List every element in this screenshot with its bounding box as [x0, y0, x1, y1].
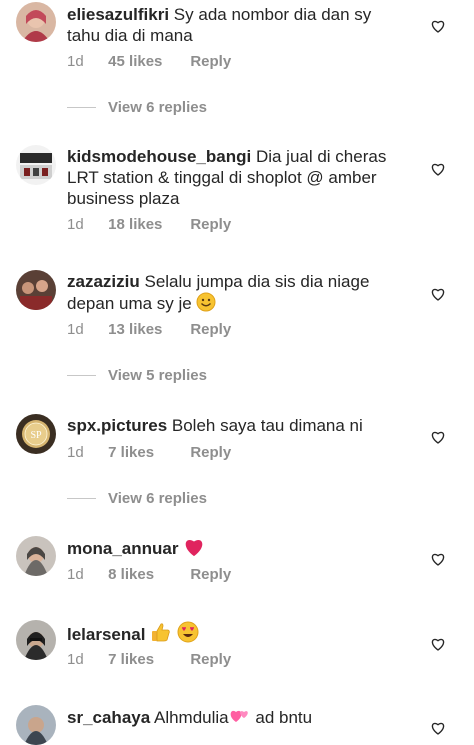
- likes-count[interactable]: 18 likes: [108, 216, 186, 233]
- comment-time: 1d: [67, 566, 84, 583]
- heart-outline-icon[interactable]: [430, 286, 446, 302]
- avatar[interactable]: [16, 145, 56, 185]
- heart-outline-icon[interactable]: [430, 18, 446, 34]
- pink-hearts-emoji: [229, 706, 251, 731]
- heart-outline-icon[interactable]: [430, 161, 446, 177]
- likes-count[interactable]: 7 likes: [108, 651, 186, 668]
- comment-text: Alhmdulia: [153, 708, 229, 727]
- avatar[interactable]: [16, 270, 56, 310]
- comment-text: Boleh saya tau dimana ni: [171, 416, 363, 435]
- comment-body: lelarsenal: [67, 621, 407, 648]
- username-link[interactable]: spx.pictures: [67, 416, 167, 435]
- divider: [67, 498, 96, 499]
- username-link[interactable]: sr_cahaya: [67, 708, 150, 727]
- reply-button[interactable]: Reply: [190, 566, 231, 583]
- avatar[interactable]: SP: [16, 414, 56, 454]
- reply-button[interactable]: Reply: [190, 444, 231, 461]
- likes-count[interactable]: 8 likes: [108, 566, 186, 583]
- comments-list: eliesazulfikri Sy ada nombor dia dan sy …: [0, 0, 474, 745]
- comment-time: 1d: [67, 444, 84, 461]
- avatar[interactable]: [16, 705, 56, 745]
- comment-body: eliesazulfikri Sy ada nombor dia dan sy …: [67, 4, 407, 46]
- comment-meta: 1d 13 likes Reply: [67, 321, 231, 338]
- comment-body: sr_cahaya Alhmdulia ad bntu: [67, 706, 407, 731]
- view-replies-button[interactable]: View 6 replies: [67, 490, 207, 507]
- red-heart-emoji: [183, 537, 205, 562]
- heart-outline-icon[interactable]: [430, 720, 446, 736]
- comment-time: 1d: [67, 321, 84, 338]
- thumbs-up-emoji: [150, 621, 172, 648]
- username-link[interactable]: kidsmodehouse_bangi: [67, 147, 251, 166]
- divider: [67, 375, 96, 376]
- view-replies-label: View 5 replies: [108, 367, 207, 384]
- view-replies-button[interactable]: View 5 replies: [67, 367, 207, 384]
- avatar[interactable]: [16, 620, 56, 660]
- username-link[interactable]: mona_annuar: [67, 539, 178, 558]
- heart-eyes-emoji: [177, 621, 199, 648]
- view-replies-label: View 6 replies: [108, 99, 207, 116]
- reply-button[interactable]: Reply: [190, 216, 231, 233]
- comment-body: kidsmodehouse_bangi Dia jual di cheras L…: [67, 146, 407, 209]
- username-link[interactable]: lelarsenal: [67, 625, 145, 644]
- likes-count[interactable]: 7 likes: [108, 444, 186, 461]
- username-link[interactable]: zazaziziu: [67, 272, 140, 291]
- avatar[interactable]: [16, 2, 56, 42]
- heart-outline-icon[interactable]: [430, 636, 446, 652]
- comment-meta: 1d 7 likes Reply: [67, 651, 231, 668]
- likes-count[interactable]: 45 likes: [108, 53, 186, 70]
- reply-button[interactable]: Reply: [190, 321, 231, 338]
- comment-text-continued: ad bntu: [255, 708, 313, 727]
- view-replies-button[interactable]: View 6 replies: [67, 99, 207, 116]
- comment-meta: 1d 7 likes Reply: [67, 444, 231, 461]
- comment-meta: 1d 18 likes Reply: [67, 216, 231, 233]
- comment-time: 1d: [67, 216, 84, 233]
- heart-outline-icon[interactable]: [430, 429, 446, 445]
- heart-outline-icon[interactable]: [430, 551, 446, 567]
- reply-button[interactable]: Reply: [190, 53, 231, 70]
- comment-body: mona_annuar: [67, 537, 407, 562]
- divider: [67, 107, 96, 108]
- username-link[interactable]: eliesazulfikri: [67, 5, 169, 24]
- comment-meta: 1d 45 likes Reply: [67, 53, 231, 70]
- svg-text:SP: SP: [30, 430, 42, 441]
- likes-count[interactable]: 13 likes: [108, 321, 186, 338]
- smiling-face-emoji: [196, 292, 216, 317]
- comment-body: zazaziziu Selalu jumpa dia sis dia niage…: [67, 271, 407, 317]
- reply-button[interactable]: Reply: [190, 651, 231, 668]
- comment-body: spx.pictures Boleh saya tau dimana ni: [67, 415, 407, 436]
- view-replies-label: View 6 replies: [108, 490, 207, 507]
- comment-meta: 1d 8 likes Reply: [67, 566, 231, 583]
- comment-time: 1d: [67, 53, 84, 70]
- comment-time: 1d: [67, 651, 84, 668]
- avatar[interactable]: [16, 536, 56, 576]
